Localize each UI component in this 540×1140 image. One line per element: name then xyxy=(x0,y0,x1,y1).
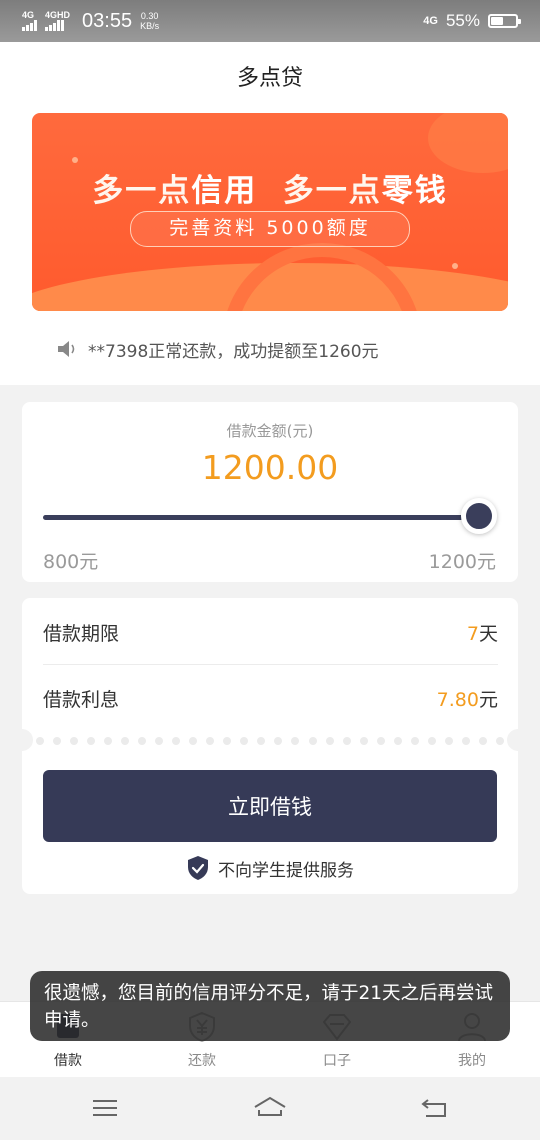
network-type: 4G xyxy=(423,15,438,27)
divider-dot xyxy=(427,737,436,745)
loan-terms-card: 借款期限 7天 借款利息 7.80元 立即借钱 不向学生提供服务 xyxy=(11,598,529,894)
ticket-notch-right xyxy=(507,729,529,751)
divider-dot xyxy=(172,737,181,745)
network-speed: 0.30 KB/s xyxy=(140,11,159,31)
divider-dot xyxy=(104,737,113,745)
system-navigation-bar xyxy=(0,1077,540,1140)
amount-label: 借款金额(元) xyxy=(226,422,314,440)
divider-dot xyxy=(87,737,96,745)
tab-repay-label: 还款 xyxy=(188,1053,216,1069)
divider-dot xyxy=(223,737,232,745)
slider-min-label: 800元 xyxy=(43,551,99,573)
speed-value: 0.30 xyxy=(140,11,159,21)
dotted-divider xyxy=(36,737,504,745)
divider-dot xyxy=(240,737,249,745)
divider-dot xyxy=(155,737,164,745)
loan-interest-row: 借款利息 7.80元 xyxy=(43,666,498,730)
divider-dot xyxy=(410,737,419,745)
banner-subtitle: 完善资料 5000额度 xyxy=(130,211,410,247)
interest-number: 7.80 xyxy=(436,688,479,711)
sparkle-icon xyxy=(72,157,78,163)
tab-borrow-label: 借款 xyxy=(54,1053,82,1069)
period-value: 7天 xyxy=(467,619,498,646)
period-unit: 天 xyxy=(478,622,498,645)
signal-sim1: 4G xyxy=(22,11,37,31)
signal-sim2: 4GHD xyxy=(45,11,70,31)
toast-message: 很遗憾，您目前的信用评分不足，请于21天之后再尝试申请。 xyxy=(30,971,510,1041)
divider-dot xyxy=(291,737,300,745)
banner-decoration xyxy=(428,113,508,173)
amount-slider-handle[interactable] xyxy=(461,498,497,534)
divider-dot xyxy=(359,737,368,745)
tab-mine-label: 我的 xyxy=(458,1053,486,1069)
signal-bars-icon xyxy=(22,20,37,31)
headline-part4: 零钱 xyxy=(381,173,448,209)
promo-banner[interactable]: 多一点信用 多一点零钱 完善资料 5000额度 xyxy=(32,113,508,311)
period-label: 借款期限 xyxy=(43,622,120,645)
interest-value: 7.80元 xyxy=(437,685,498,712)
sparkle-icon xyxy=(452,263,458,269)
headline-part2: 信用 xyxy=(191,173,258,209)
borrow-now-button[interactable]: 立即借钱 xyxy=(43,770,497,842)
status-bar: 4G 4GHD 03:55 0.30 KB/s 4G 55% xyxy=(0,0,540,42)
sim1-label: 4G xyxy=(22,10,35,20)
clock: 03:55 xyxy=(82,9,133,32)
divider-dot xyxy=(376,737,385,745)
interest-label: 借款利息 xyxy=(43,688,120,711)
battery-icon xyxy=(488,14,521,28)
headline-part1: 多一点 xyxy=(92,173,192,209)
sim2-label: 4GHD xyxy=(45,10,71,20)
back-icon[interactable] xyxy=(418,1095,452,1121)
divider-dot xyxy=(325,737,334,745)
divider-dot xyxy=(138,737,147,745)
tab-kouzi-label: 口子 xyxy=(323,1053,351,1069)
signal-bars-icon xyxy=(45,20,64,31)
battery-percent: 55% xyxy=(445,11,480,30)
speed-unit: KB/s xyxy=(140,21,160,31)
loan-amount-card: 借款金额(元) 1200.00 800元 1200元 xyxy=(22,402,518,582)
slider-max-label: 1200元 xyxy=(428,551,496,573)
divider-dot xyxy=(257,737,266,745)
banner-arc xyxy=(222,243,422,311)
headline-part3: 多一点 xyxy=(282,173,382,209)
divider-dot xyxy=(393,737,402,745)
divider-dot xyxy=(444,737,453,745)
divider-dot xyxy=(461,737,470,745)
divider-dot xyxy=(274,737,283,745)
banner-headline: 多一点信用 多一点零钱 xyxy=(32,165,508,210)
student-notice-text: 不向学生提供服务 xyxy=(218,860,354,881)
notice-text: **7398正常还款，成功提额至1260元 xyxy=(88,341,379,362)
divider-dot xyxy=(495,737,504,745)
divider-dot xyxy=(121,737,130,745)
divider-dot xyxy=(308,737,317,745)
divider-dot xyxy=(189,737,198,745)
divider-dot xyxy=(36,737,44,745)
interest-unit: 元 xyxy=(478,688,498,711)
student-notice: 不向学生提供服务 xyxy=(22,855,518,881)
divider-dot xyxy=(53,737,62,745)
divider-dot xyxy=(70,737,79,745)
divider-dot xyxy=(342,737,351,745)
loan-period-row: 借款期限 7天 xyxy=(43,600,498,665)
divider-dot xyxy=(478,737,487,745)
ticket-notch-left xyxy=(11,729,33,751)
speaker-icon xyxy=(58,341,75,357)
amount-slider-track[interactable] xyxy=(43,515,479,520)
period-number: 7 xyxy=(466,622,479,645)
home-nav-icon[interactable] xyxy=(253,1095,287,1121)
repayment-notice: **7398正常还款，成功提额至1260元 xyxy=(56,336,379,362)
page-title: 多点贷 xyxy=(236,66,303,91)
shield-check-icon xyxy=(188,856,208,880)
amount-value: 1200.00 xyxy=(201,448,339,487)
menu-icon[interactable] xyxy=(88,1095,122,1121)
divider-dot xyxy=(206,737,215,745)
